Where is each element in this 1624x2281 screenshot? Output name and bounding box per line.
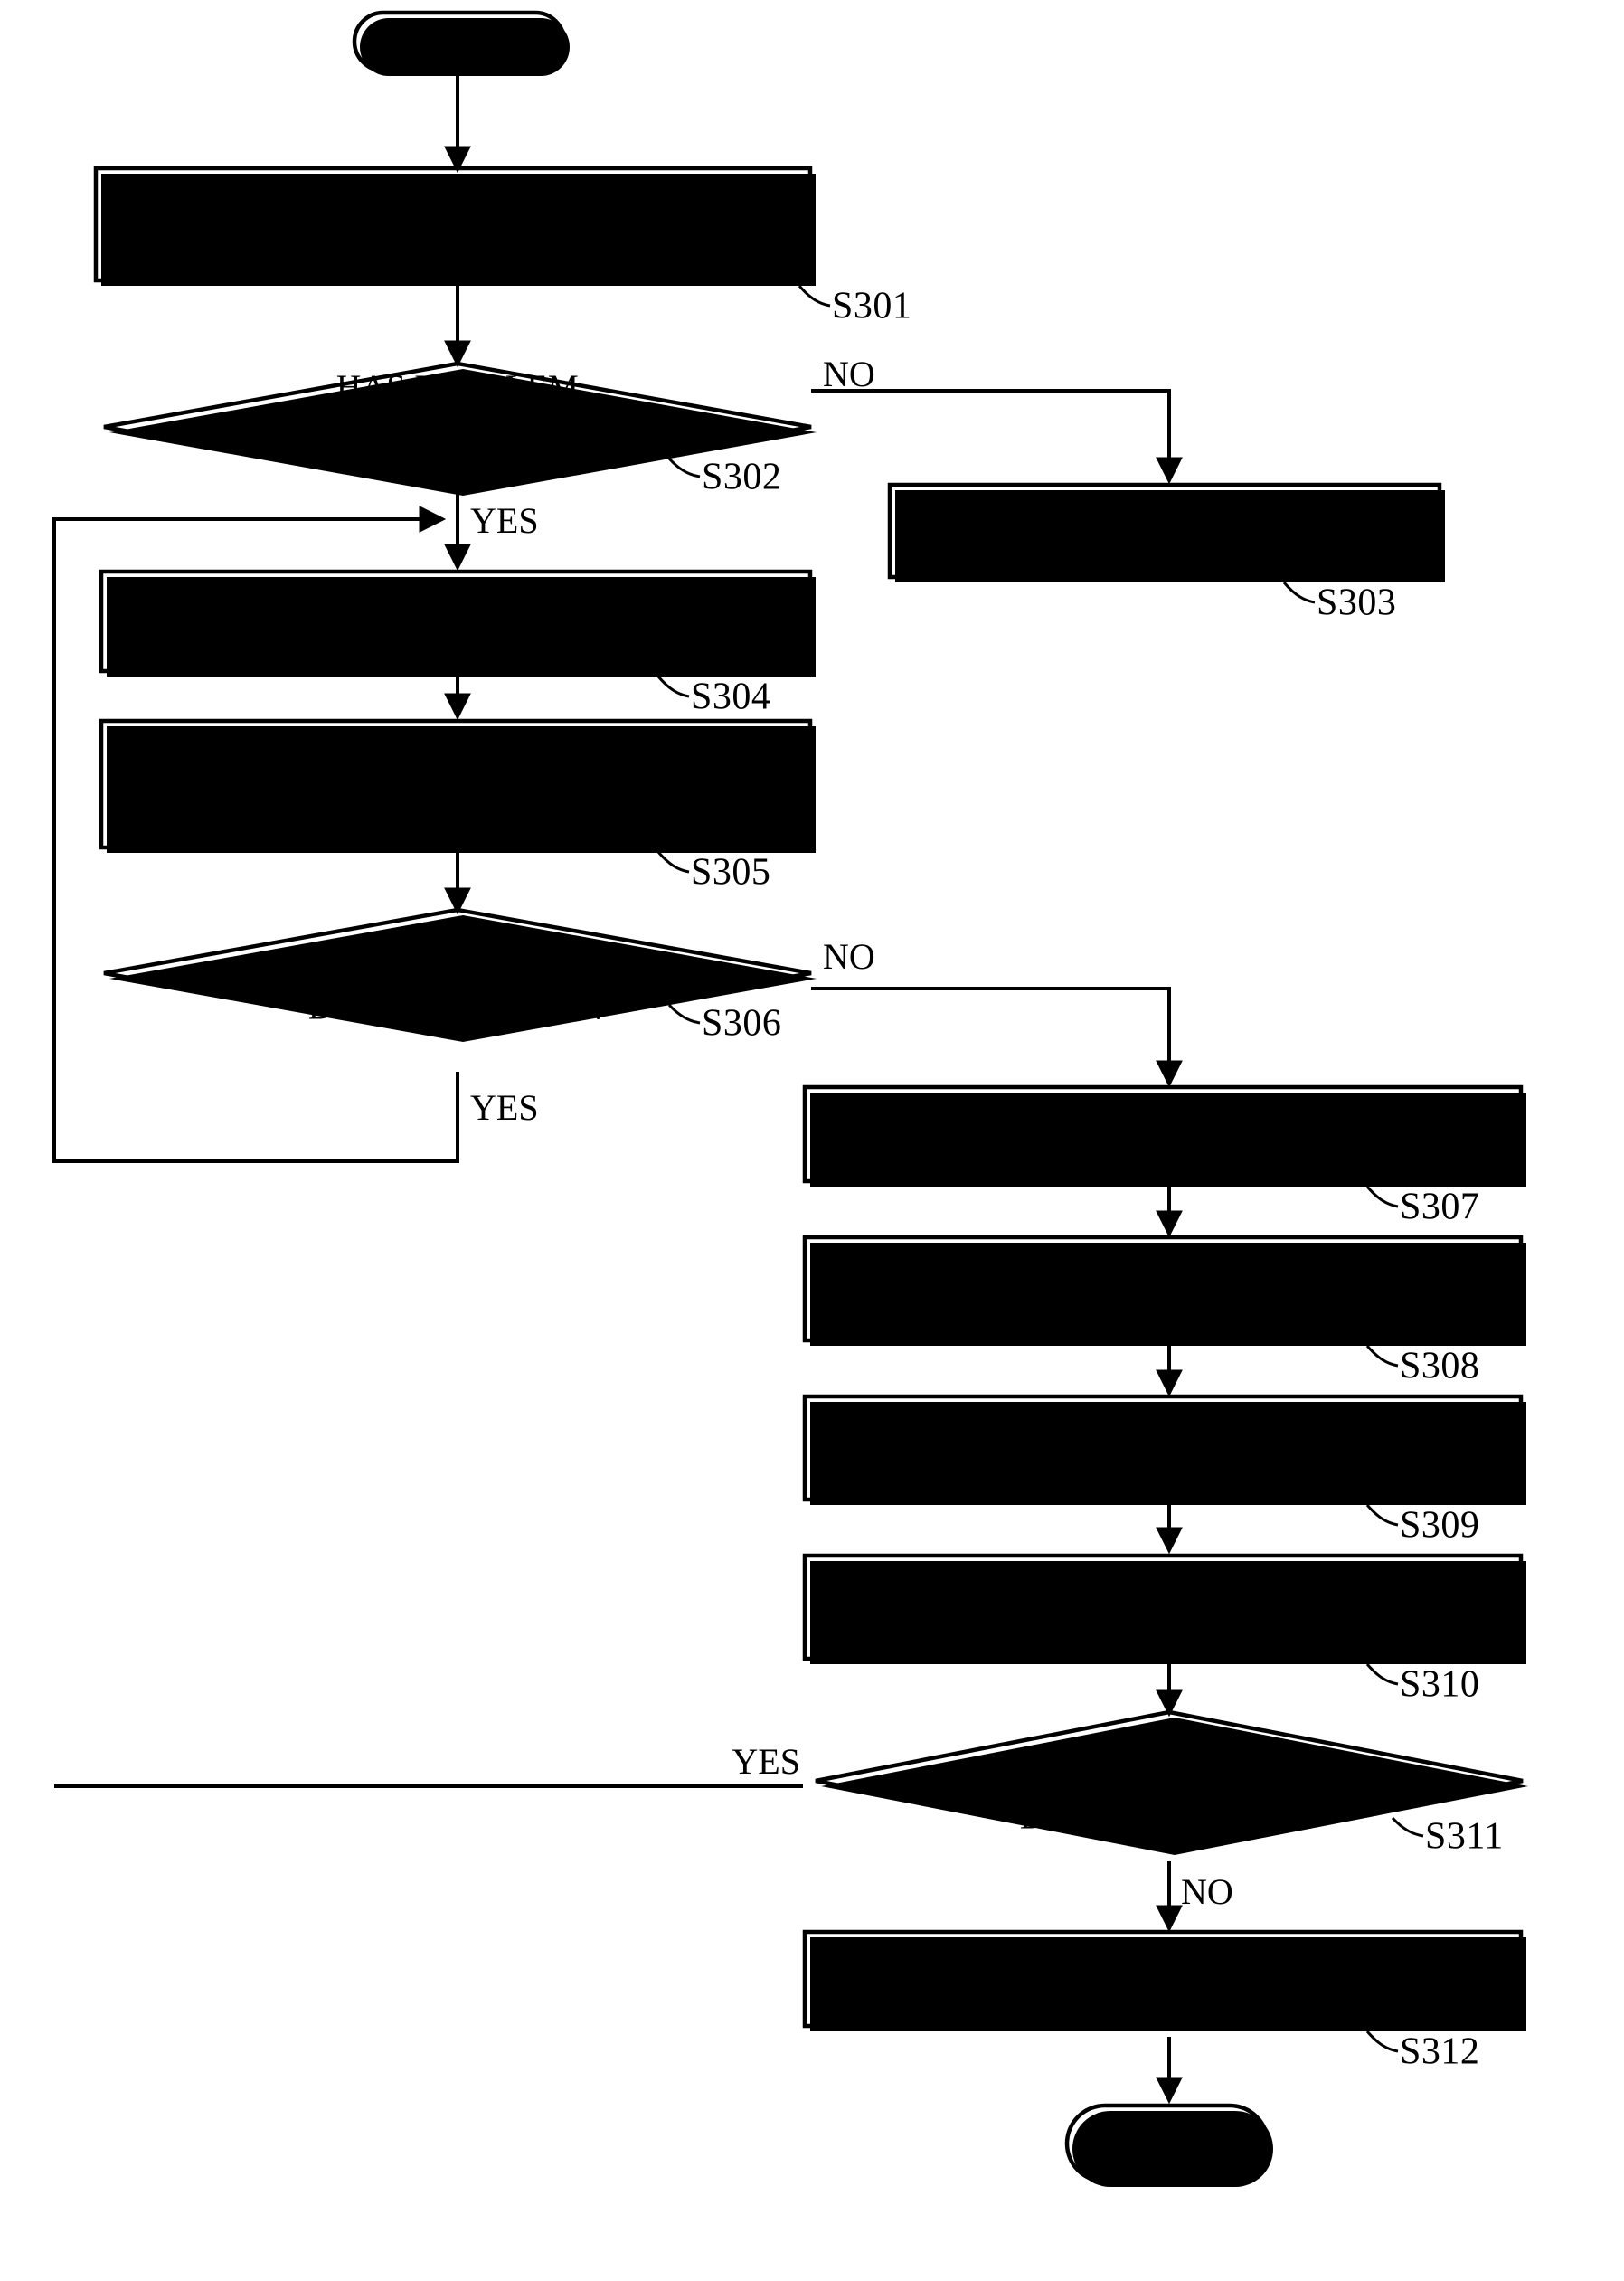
process-s305-line-2: MODULE FROM SYSTEM) <box>237 803 674 844</box>
decision-s306-line-2: DURING REBOOT? <box>308 989 607 1027</box>
decision-s306-line-0: HAS <box>423 915 493 953</box>
process-s312-line-0: OS OPERATES NORMALLY <box>937 1954 1389 1995</box>
step-ref-s310-label: S310 <box>1400 1664 1479 1706</box>
flowchart-canvas: START INITIATE SYSTEM BOOT S301 HAS PROB… <box>52 10 1528 2187</box>
process-s309-line-1: INFORMATION TO SERVER <box>934 1443 1392 1483</box>
step-ref-s311-label: S311 <box>1425 1816 1504 1858</box>
terminator-start-label: START <box>401 19 518 60</box>
step-ref-s310: S310 <box>1365 1663 1479 1706</box>
branch-label-s311-yes: YES <box>732 1741 800 1782</box>
connector-s306-no-to-s307 <box>811 987 1183 1088</box>
branch-label-s302-yes: YES <box>470 500 539 541</box>
step-ref-s307: S307 <box>1365 1186 1479 1228</box>
step-ref-s306-label: S306 <box>702 1003 781 1045</box>
process-s303-line-0: OS OPERATES NORMALLY <box>939 507 1391 548</box>
process-s303: OS OPERATES NORMALLY <box>887 482 1445 582</box>
branch-label-s311-no: NO <box>1181 1871 1233 1912</box>
decision-s306-line-1: PROBLEM OCCURRED <box>277 952 639 990</box>
process-s310: INITIATE SYSTEM REBOOT (INCLUDING UPDATE… <box>802 1553 1526 1664</box>
process-s304-line-0: STORE DEADLOCK STATE <box>234 574 678 615</box>
decision-s311-line-0: HAS <box>1135 1719 1204 1757</box>
process-s309: TRANSMIT DEADLOCK STATE INFORMATION TO S… <box>802 1394 1526 1505</box>
step-ref-s309-label: S309 <box>1400 1505 1479 1547</box>
step-ref-s304-label: S304 <box>691 677 770 718</box>
step-ref-s305-label: S305 <box>691 852 770 894</box>
process-s304-line-1: INFORMATION IN ROM <box>259 616 653 657</box>
decision-s302-line-2: BOOT? <box>402 443 513 481</box>
decision-s311: HAS PROBLEM OCCURRED DURING REBOOT? <box>815 1709 1528 1855</box>
branch-label-s306-no: NO <box>823 936 875 977</box>
decision-s302-line-1: OCCURRED DURING <box>291 406 625 444</box>
process-s308: TRANSMIT DEADLOCK STATE INFORMATION TO S… <box>802 1235 1526 1346</box>
decision-s311-line-1: PROBLEM OCCURRED <box>988 1759 1351 1797</box>
terminator-end-label: END <box>1130 2119 1209 2160</box>
decision-s302-line-0: HAS PROBLEM <box>336 369 579 407</box>
step-ref-s302: S302 <box>667 457 781 498</box>
step-ref-s307-label: S307 <box>1400 1187 1479 1228</box>
step-ref-s302-label: S302 <box>702 457 781 498</box>
step-ref-s304: S304 <box>656 676 770 718</box>
process-s307: OS OPERATES NORMALLY <box>802 1084 1526 1187</box>
step-ref-s309: S309 <box>1365 1504 1479 1547</box>
process-s305-line-1: (EXCLUDE PROBLEMATIC <box>231 763 680 804</box>
step-ref-s306: S306 <box>667 1003 781 1045</box>
step-ref-s305: S305 <box>656 851 770 894</box>
step-ref-s303-label: S303 <box>1317 582 1396 624</box>
process-s301: INITIATE SYSTEM BOOT <box>93 166 816 286</box>
step-ref-s312: S312 <box>1365 2030 1479 2073</box>
branch-label-s302-no: NO <box>823 354 875 394</box>
process-s305: INITIATE SYSTEM REBOOT (EXCLUDE PROBLEMA… <box>99 718 816 853</box>
terminator-start: START <box>352 10 570 76</box>
branch-label-s306-yes: YES <box>470 1087 539 1128</box>
process-s307-line-0: OS OPERATES NORMALLY <box>937 1111 1389 1151</box>
process-s309-line-0: TRANSMIT DEADLOCK STATE <box>905 1401 1421 1442</box>
process-s312: OS OPERATES NORMALLY <box>802 1929 1526 2031</box>
process-s305-line-0: INITIATE SYSTEM REBOOT <box>223 724 687 764</box>
step-ref-s312-label: S312 <box>1400 2031 1479 2073</box>
process-s301-line-0: INITIATE SYSTEM BOOT <box>244 200 661 241</box>
step-ref-s303: S303 <box>1282 582 1396 624</box>
process-s310-line-0: INITIATE SYSTEM REBOOT <box>930 1560 1394 1601</box>
decision-s311-line-2: DURING REBOOT? <box>1020 1799 1318 1837</box>
step-ref-s301: S301 <box>798 285 911 327</box>
step-ref-s308: S308 <box>1365 1345 1479 1387</box>
step-ref-s311: S311 <box>1391 1816 1504 1858</box>
process-s310-line-1: (INCLUDING UPDATED MODULE) <box>877 1602 1449 1642</box>
terminator-end: END <box>1064 2103 1273 2187</box>
process-s304: STORE DEADLOCK STATE INFORMATION IN ROM <box>99 569 816 677</box>
connector-s302-no-to-s303 <box>811 389 1183 485</box>
flowchart-page: START INITIATE SYSTEM BOOT S301 HAS PROB… <box>0 0 1624 2281</box>
process-s308-line-1: INFORMATION TO SERVER <box>934 1283 1392 1324</box>
process-s308-line-0: TRANSMIT DEADLOCK STATE <box>905 1242 1421 1282</box>
step-ref-s308-label: S308 <box>1400 1346 1479 1387</box>
step-ref-s301-label: S301 <box>832 286 911 327</box>
